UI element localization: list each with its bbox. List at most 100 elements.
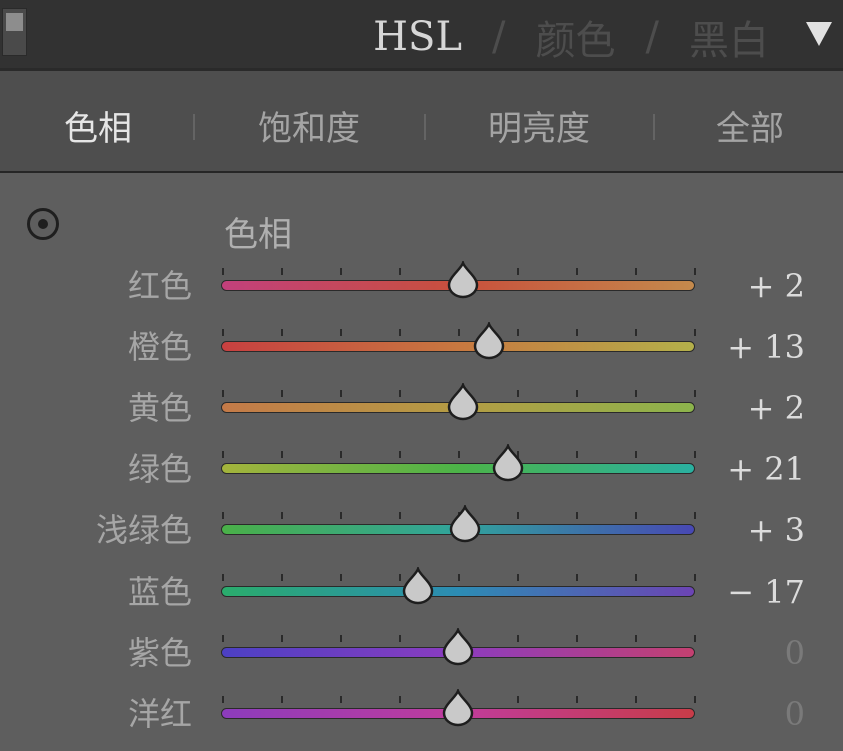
slider-tick [458,329,460,336]
slider-tick [222,635,224,642]
slider-label: 红色 [127,267,192,305]
slider-tick [281,329,283,336]
slider-tick [281,696,283,703]
slider-tick [340,512,342,519]
slider-value[interactable]: + 3 [748,500,805,560]
slider-tick [399,696,401,703]
slider-label: 洋红 [127,695,192,733]
panel-toggle-switch[interactable] [2,8,27,56]
slider-tick [694,390,696,397]
header-tab-bw[interactable]: 黑白 [689,8,769,66]
slider-tick [222,268,224,275]
slider-tick [694,696,696,703]
slider-tick [281,390,283,397]
slider-tick [635,329,637,336]
slider-tick [222,451,224,458]
slider-label: 黄色 [127,389,192,427]
slider-value[interactable]: 0 [785,684,805,744]
slider-tick [399,268,401,275]
slider-label: 橙色 [127,328,192,366]
slider-tick [517,574,519,581]
slider-tick [694,451,696,458]
slider-tick [281,451,283,458]
subtab-bar: 色相 饱和度 明亮度 全部 [0,71,843,171]
subtab-divider [653,114,655,140]
slider-tick [281,268,283,275]
header-tab-color[interactable]: 颜色 [536,8,616,66]
slider-tick [340,451,342,458]
hue-slider-row: 洋红 0 [0,684,843,744]
collapse-triangle-icon[interactable] [806,22,832,46]
hue-slider-row: 绿色 + 21 [0,439,843,499]
slider-tick [517,696,519,703]
slider-tick [576,696,578,703]
subtab-divider [424,114,426,140]
slider-value[interactable]: + 2 [748,378,805,438]
slider-label: 蓝色 [127,573,192,611]
slider-tick [399,635,401,642]
slider-tick [635,696,637,703]
slider-value[interactable]: 0 [785,623,805,683]
subtab-all[interactable]: 全部 [716,101,784,150]
hue-slider-row: 蓝色 − 17 [0,562,843,622]
subtab-hue[interactable]: 色相 [64,101,132,150]
slider-thumb[interactable] [441,689,475,727]
slider-tick [222,390,224,397]
hue-slider-row: 橙色 + 13 [0,317,843,377]
slider-tick [635,390,637,397]
subtab-saturation[interactable]: 饱和度 [258,101,360,150]
subtab-luminance[interactable]: 明亮度 [488,101,590,150]
slider-tick [635,574,637,581]
slider-tick [222,329,224,336]
slider-thumb[interactable] [401,567,435,605]
slider-thumb[interactable] [441,628,475,666]
slider-tick [399,451,401,458]
slider-tick [340,696,342,703]
panel-header: HSL / 颜色 / 黑白 [0,0,843,68]
hue-slider-row: 红色 + 2 [0,256,843,316]
slider-tick [576,512,578,519]
slider-value[interactable]: − 17 [727,562,805,622]
target-adjustment-icon[interactable] [27,208,59,240]
slider-tick [635,451,637,458]
slider-label: 浅绿色 [95,511,192,549]
subtab-divider-line [0,171,843,173]
slider-tick [340,574,342,581]
slider-tick [281,512,283,519]
slider-tick [281,574,283,581]
slider-tick [694,268,696,275]
slider-label: 绿色 [127,450,192,488]
slider-thumb[interactable] [472,322,506,360]
slider-tick [635,635,637,642]
slider-thumb[interactable] [491,444,525,482]
slider-track[interactable] [221,451,696,474]
header-separator: / [645,14,659,60]
slider-tick [517,268,519,275]
slider-tick [458,451,460,458]
slider-tick [340,268,342,275]
slider-tick [340,390,342,397]
slider-track[interactable] [221,574,696,597]
slider-tick [340,329,342,336]
slider-thumb[interactable] [446,261,480,299]
slider-track[interactable] [221,329,696,352]
slider-value[interactable]: + 2 [748,256,805,316]
slider-tick [399,512,401,519]
slider-thumb[interactable] [446,383,480,421]
slider-tick [340,635,342,642]
slider-tick [694,329,696,336]
slider-tick [694,512,696,519]
slider-tick [222,574,224,581]
slider-tick [399,329,401,336]
header-separator: / [492,14,506,60]
slider-tick [635,268,637,275]
slider-value[interactable]: + 21 [727,439,805,499]
header-tab-hsl[interactable]: HSL [373,14,462,60]
slider-value[interactable]: + 13 [727,317,805,377]
slider-tick [576,329,578,336]
slider-thumb[interactable] [448,505,482,543]
slider-tick [635,512,637,519]
slider-tick [222,512,224,519]
slider-tick [576,635,578,642]
slider-tick [281,635,283,642]
